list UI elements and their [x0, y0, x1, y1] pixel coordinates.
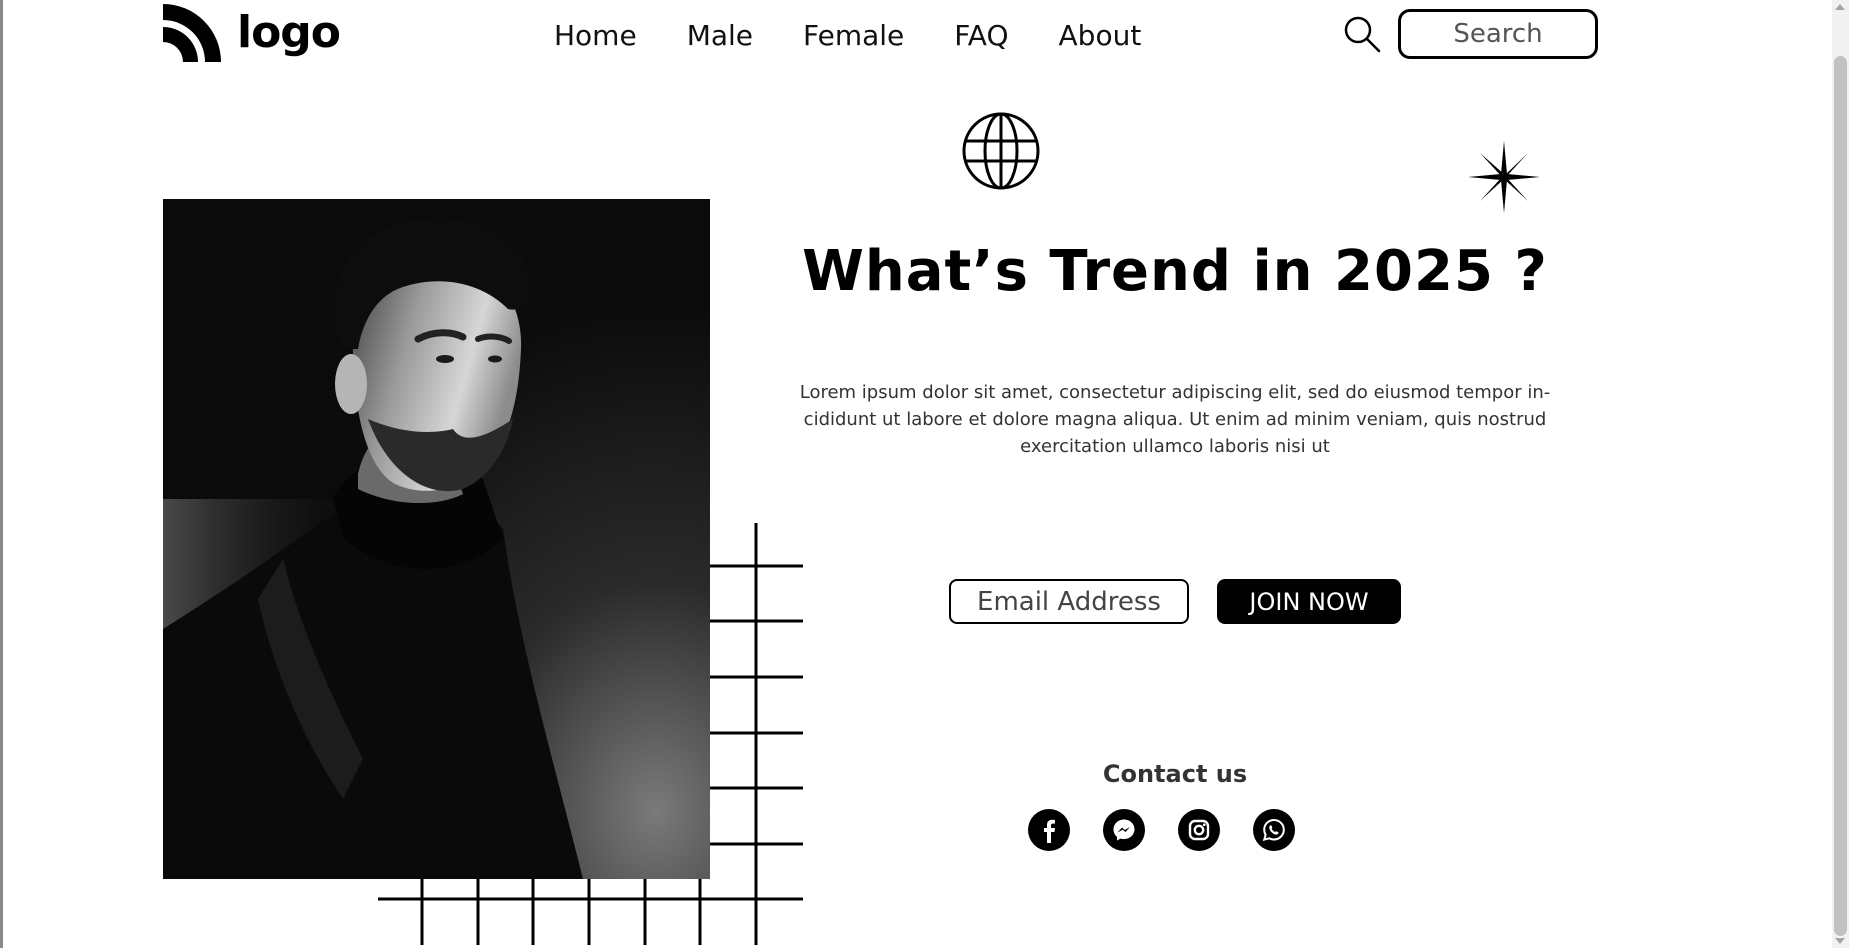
logo-text: logo — [237, 7, 341, 58]
nav-item-home[interactable]: Home — [554, 14, 637, 58]
logo[interactable]: logo — [163, 4, 341, 62]
nav-item-male[interactable]: Male — [687, 14, 753, 58]
hero-headline: What’s Trend in 2025 ? — [802, 239, 1548, 304]
nav-item-faq[interactable]: FAQ — [954, 14, 1008, 58]
facebook-icon — [1044, 819, 1055, 843]
nav-item-female[interactable]: Female — [803, 14, 904, 58]
contact-title: Contact us — [1102, 760, 1248, 788]
nav-item-about[interactable]: About — [1059, 14, 1142, 58]
whatsapp-icon — [1262, 818, 1285, 842]
messenger-link[interactable] — [1103, 809, 1145, 851]
hero-description: Lorem ipsum dolor sit amet, consectetur … — [799, 382, 1551, 457]
scroll-up-arrow-icon[interactable] — [1835, 4, 1845, 10]
window-edge — [0, 0, 3, 948]
search-icon[interactable] — [1342, 14, 1382, 54]
facebook-link[interactable] — [1028, 809, 1070, 851]
instagram-link[interactable] — [1178, 809, 1220, 851]
scroll-down-arrow-icon[interactable] — [1835, 938, 1845, 944]
social-links — [1028, 809, 1295, 851]
email-input[interactable] — [949, 579, 1189, 624]
logo-icon — [163, 4, 221, 62]
whatsapp-link[interactable] — [1253, 809, 1295, 851]
sparkle-icon — [1468, 141, 1540, 213]
scrollbar-thumb[interactable] — [1834, 56, 1847, 936]
search-input[interactable] — [1398, 9, 1598, 59]
join-now-button[interactable]: JOIN NOW — [1217, 579, 1401, 624]
decorative-grid — [378, 523, 803, 945]
globe-icon — [962, 112, 1040, 190]
messenger-icon — [1113, 819, 1135, 841]
main-nav: Home Male Female FAQ About — [554, 14, 1141, 58]
instagram-icon — [1188, 819, 1210, 841]
scrollbar[interactable] — [1832, 0, 1849, 948]
